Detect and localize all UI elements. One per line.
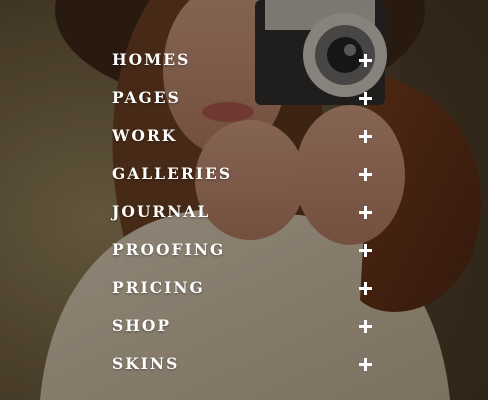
menu-item-label: SHOP bbox=[112, 316, 171, 335]
menu-item-label: JOURNAL bbox=[112, 202, 211, 221]
menu-item-pricing[interactable]: PRICING bbox=[112, 269, 374, 307]
menu-item-label: SKINS bbox=[112, 354, 180, 373]
plus-icon[interactable] bbox=[359, 53, 372, 67]
plus-icon[interactable] bbox=[359, 205, 372, 219]
menu-item-shop[interactable]: SHOP bbox=[112, 307, 374, 345]
menu-item-label: PAGES bbox=[112, 88, 181, 107]
menu-item-skins[interactable]: SKINS bbox=[112, 345, 374, 383]
plus-icon[interactable] bbox=[359, 243, 372, 257]
plus-icon[interactable] bbox=[359, 91, 372, 105]
plus-icon[interactable] bbox=[359, 167, 372, 181]
menu-item-work[interactable]: WORK bbox=[112, 117, 374, 155]
plus-icon[interactable] bbox=[359, 357, 372, 371]
menu-item-proofing[interactable]: PROOFING bbox=[112, 231, 374, 269]
menu-item-journal[interactable]: JOURNAL bbox=[112, 193, 374, 231]
plus-icon[interactable] bbox=[359, 281, 372, 295]
menu-item-label: HOMES bbox=[112, 50, 191, 69]
menu-item-label: WORK bbox=[112, 126, 178, 145]
main-navigation-menu: HOMES PAGES WORK GALLERIES JOURNAL PROOF… bbox=[112, 41, 374, 383]
menu-item-label: GALLERIES bbox=[112, 164, 233, 183]
menu-item-label: PRICING bbox=[112, 278, 205, 297]
menu-item-homes[interactable]: HOMES bbox=[112, 41, 374, 79]
menu-item-galleries[interactable]: GALLERIES bbox=[112, 155, 374, 193]
menu-item-label: PROOFING bbox=[112, 240, 226, 259]
menu-item-pages[interactable]: PAGES bbox=[112, 79, 374, 117]
plus-icon[interactable] bbox=[359, 319, 372, 333]
plus-icon[interactable] bbox=[359, 129, 372, 143]
